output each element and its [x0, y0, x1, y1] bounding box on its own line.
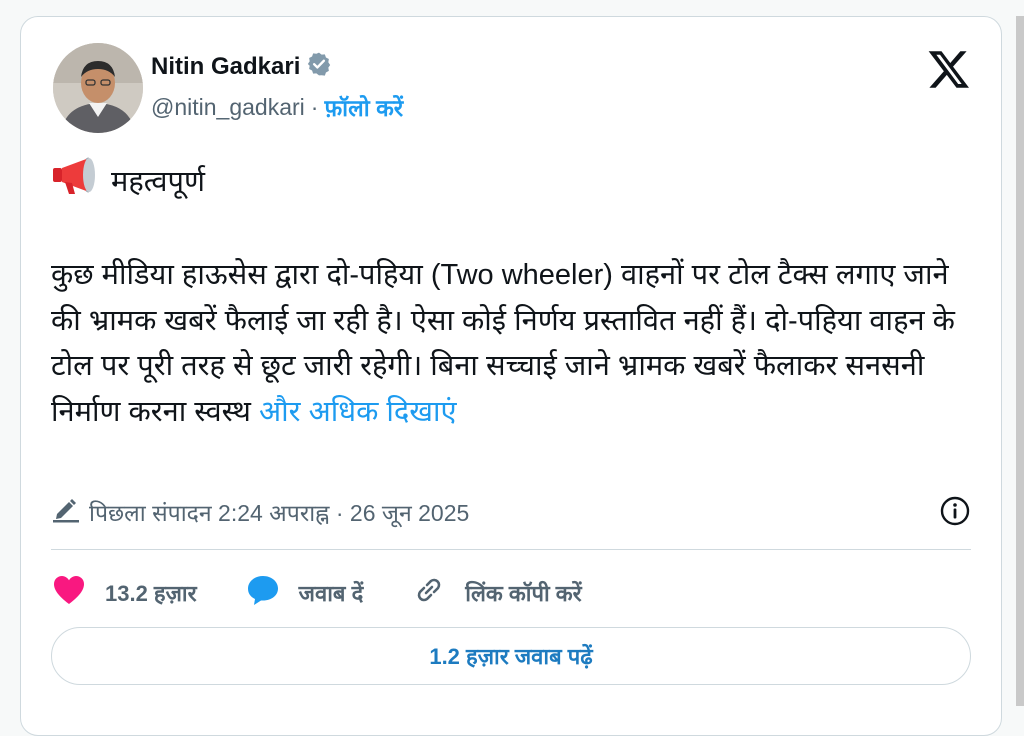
- author-name-row: Nitin Gadkari: [151, 51, 332, 82]
- follow-button[interactable]: फ़ॉलो करें: [324, 91, 403, 123]
- like-count: 13.2 हज़ार: [105, 581, 197, 606]
- read-replies-label: 1.2 हज़ार जवाब पढ़ें: [429, 644, 593, 669]
- edit-meta-row: पिछला संपादन 2:24 अपराह्न · 26 जून 2025: [51, 495, 469, 529]
- tweet-body-text: कुछ मीडिया हाऊसेस द्वारा दो-पहिया (Two w…: [51, 259, 955, 428]
- action-bar: 13.2 हज़ार जवाब दें लिंक कॉपी करें: [51, 573, 630, 613]
- avatar[interactable]: [53, 43, 143, 133]
- link-icon: [411, 573, 447, 613]
- scrollbar[interactable]: [1016, 16, 1024, 706]
- like-button[interactable]: 13.2 हज़ार: [51, 573, 197, 613]
- copy-link-button[interactable]: लिंक कॉपी करें: [411, 573, 582, 613]
- reply-button[interactable]: जवाब दें: [245, 573, 364, 613]
- megaphone-icon: [51, 155, 101, 205]
- author-name[interactable]: Nitin Gadkari: [151, 53, 300, 81]
- separator-dot: ·: [310, 93, 319, 120]
- verified-badge-icon: [306, 51, 332, 82]
- tweet-card: Nitin Gadkari @nitin_gadkari · फ़ॉलो करे…: [20, 16, 1002, 736]
- tweet-headline: महत्वपूर्ण: [51, 155, 205, 205]
- handle-row: @nitin_gadkari · फ़ॉलो करें: [151, 91, 403, 123]
- author-handle[interactable]: @nitin_gadkari: [151, 94, 305, 121]
- divider: [51, 549, 971, 550]
- show-more-link[interactable]: और अधिक दिखाएं: [259, 396, 457, 428]
- edited-timestamp[interactable]: पिछला संपादन 2:24 अपराह्न · 26 जून 2025: [89, 496, 469, 528]
- tweet-body: कुछ मीडिया हाऊसेस द्वारा दो-पहिया (Two w…: [51, 253, 971, 435]
- read-replies-button[interactable]: 1.2 हज़ार जवाब पढ़ें: [51, 627, 971, 685]
- heart-icon: [51, 573, 87, 613]
- copy-link-label: लिंक कॉपी करें: [465, 581, 582, 606]
- pencil-icon: [51, 495, 81, 529]
- reply-bubble-icon: [245, 573, 281, 613]
- headline-text: महत्वपूर्ण: [111, 165, 205, 198]
- reply-label: जवाब दें: [298, 581, 364, 606]
